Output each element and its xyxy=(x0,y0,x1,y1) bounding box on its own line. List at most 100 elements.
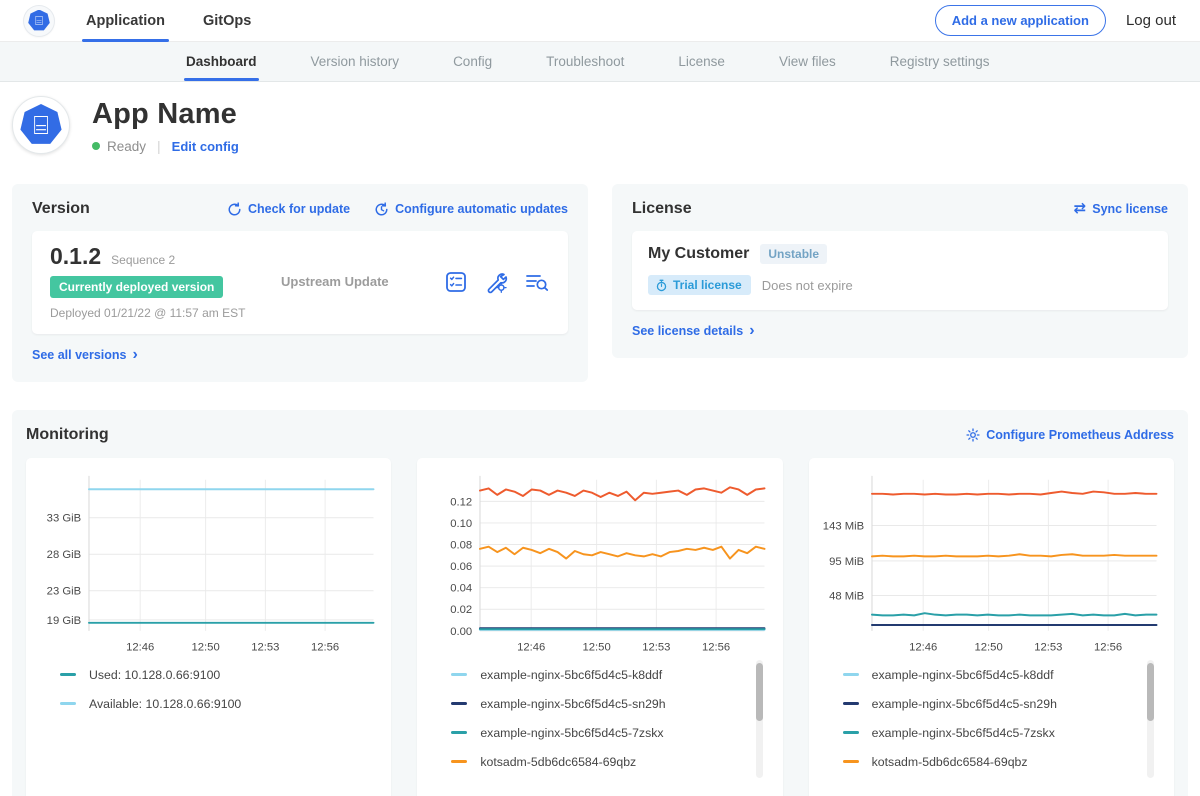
ready-status-dot xyxy=(92,142,100,150)
svg-text:143 MiB: 143 MiB xyxy=(822,520,863,532)
deploy-logs-search-icon[interactable] xyxy=(524,270,550,294)
clock-refresh-icon xyxy=(374,202,389,217)
version-source-label: Upstream Update xyxy=(281,274,389,289)
legend-item: example-nginx-5bc6f5d4c5-k8ddf xyxy=(451,660,744,689)
legend-swatch xyxy=(451,702,467,705)
legend-swatch xyxy=(451,673,467,676)
app-header: ⌸ App Name Ready | Edit config xyxy=(0,82,1200,164)
svg-text:0.10: 0.10 xyxy=(451,518,473,530)
svg-text:28 GiB: 28 GiB xyxy=(47,549,81,561)
svg-text:48 MiB: 48 MiB xyxy=(829,590,864,602)
disk-usage-title: Disk Usage xyxy=(36,780,381,796)
topnav-tabs: Application GitOps xyxy=(86,0,251,42)
config-wrench-icon[interactable] xyxy=(484,270,508,294)
legend-swatch xyxy=(843,702,859,705)
version-card-title: Version xyxy=(32,200,90,218)
tab-registry-settings[interactable]: Registry settings xyxy=(890,42,990,81)
svg-text:0.12: 0.12 xyxy=(451,496,473,508)
edit-config-link[interactable]: Edit config xyxy=(172,139,239,154)
cpu-usage-legend: example-nginx-5bc6f5d4c5-k8ddf example-ng… xyxy=(451,660,766,780)
kubernetes-logo[interactable]: ⌸ xyxy=(24,6,54,36)
memory-usage-title: Memory Usage xyxy=(819,780,1164,796)
check-for-update-link[interactable]: Check for update xyxy=(227,202,350,217)
svg-text:12:56: 12:56 xyxy=(702,641,730,653)
top-navbar: ⌸ Application GitOps Add a new applicatio… xyxy=(0,0,1200,42)
legend-item: example-nginx-5bc6f5d4c5-sn29h xyxy=(843,689,1136,718)
svg-text:0.02: 0.02 xyxy=(451,604,473,616)
add-new-application-button[interactable]: Add a new application xyxy=(935,5,1106,36)
topnav-tab-gitops[interactable]: GitOps xyxy=(203,0,251,42)
kubernetes-logo-icon: ⌸ xyxy=(28,10,50,32)
legend-swatch xyxy=(843,731,859,734)
app-avatar: ⌸ xyxy=(12,96,70,154)
legend-scrollbar[interactable] xyxy=(1147,663,1154,721)
configure-automatic-updates-link[interactable]: Configure automatic updates xyxy=(374,202,568,217)
deployed-timestamp: Deployed 01/21/22 @ 11:57 am EST xyxy=(50,306,255,320)
svg-text:0.04: 0.04 xyxy=(451,583,473,595)
gear-icon xyxy=(966,428,980,442)
legend-item: example-nginx-5bc6f5d4c5-k8ddf xyxy=(843,660,1136,689)
svg-text:12:56: 12:56 xyxy=(1094,641,1122,653)
legend-label: Used: 10.128.0.66:9100 xyxy=(89,668,220,682)
topnav-tab-application[interactable]: Application xyxy=(86,0,165,42)
legend-label: example-nginx-5bc6f5d4c5-k8ddf xyxy=(872,668,1054,682)
legend-swatch xyxy=(60,702,76,705)
license-card: License ⇄ Sync license My Customer Unsta… xyxy=(612,184,1188,358)
legend-label: example-nginx-5bc6f5d4c5-7zskx xyxy=(480,726,663,740)
legend-label: example-nginx-5bc6f5d4c5-7zskx xyxy=(872,726,1055,740)
legend-item: Used: 10.128.0.66:9100 xyxy=(60,660,353,689)
legend-swatch xyxy=(843,673,859,676)
svg-text:12:46: 12:46 xyxy=(126,641,154,653)
legend-label: Available: 10.128.0.66:9100 xyxy=(89,697,241,711)
svg-text:12:50: 12:50 xyxy=(583,641,611,653)
license-card-title: License xyxy=(632,200,692,218)
legend-item: Available: 10.128.0.66:9100 xyxy=(60,689,353,718)
tab-license[interactable]: License xyxy=(678,42,725,81)
page-title: App Name xyxy=(92,98,239,131)
logout-link[interactable]: Log out xyxy=(1126,12,1176,29)
see-all-versions-link[interactable]: See all versions › xyxy=(32,348,138,362)
legend-swatch xyxy=(843,760,859,763)
cpu-usage-chart[interactable]: 0.000.020.040.060.080.100.1212:4612:5012… xyxy=(427,468,772,656)
tab-version-history[interactable]: Version history xyxy=(311,42,400,81)
app-subnav: Dashboard Version history Config Troublesho… xyxy=(0,42,1200,82)
tab-view-files[interactable]: View files xyxy=(779,42,836,81)
svg-text:19 GiB: 19 GiB xyxy=(47,615,81,627)
tab-dashboard[interactable]: Dashboard xyxy=(186,42,257,81)
svg-text:0.06: 0.06 xyxy=(451,561,473,573)
topnav-right: Add a new application Log out xyxy=(935,5,1176,36)
preflight-checklist-icon[interactable] xyxy=(444,270,468,294)
app-kubernetes-icon: ⌸ xyxy=(20,104,62,146)
deployed-badge: Currently deployed version xyxy=(50,276,223,298)
tab-config[interactable]: Config xyxy=(453,42,492,81)
legend-label: example-nginx-5bc6f5d4c5-sn29h xyxy=(872,697,1057,711)
svg-text:12:53: 12:53 xyxy=(1034,641,1062,653)
legend-label: example-nginx-5bc6f5d4c5-k8ddf xyxy=(480,668,662,682)
license-expiry: Does not expire xyxy=(762,278,853,293)
svg-text:0.00: 0.00 xyxy=(451,626,473,638)
disk-usage-legend: Used: 10.128.0.66:9100 Available: 10.128.… xyxy=(60,660,375,780)
sync-license-link[interactable]: ⇄ Sync license xyxy=(1074,202,1168,216)
version-card: Version Check for update Configure au xyxy=(12,184,588,382)
legend-label: example-nginx-5bc6f5d4c5-sn29h xyxy=(480,697,665,711)
tab-troubleshoot[interactable]: Troubleshoot xyxy=(546,42,624,81)
svg-text:12:46: 12:46 xyxy=(517,641,545,653)
disk-usage-chart[interactable]: 19 GiB23 GiB28 GiB33 GiB12:4612:5012:531… xyxy=(36,468,381,656)
channel-badge: Unstable xyxy=(760,244,827,264)
customer-name: My Customer xyxy=(648,245,749,263)
see-license-details-link[interactable]: See license details › xyxy=(632,324,755,338)
svg-text:12:53: 12:53 xyxy=(643,641,671,653)
memory-usage-chart[interactable]: 48 MiB95 MiB143 MiB12:4612:5012:5312:56 xyxy=(819,468,1164,656)
legend-item: example-nginx-5bc6f5d4c5-sn29h xyxy=(451,689,744,718)
legend-item: example-nginx-5bc6f5d4c5-7zskx xyxy=(451,718,744,747)
version-sequence: Sequence 2 xyxy=(111,253,175,267)
legend-scrollbar-track xyxy=(756,660,763,778)
status-badge: Ready xyxy=(107,139,146,154)
legend-swatch xyxy=(451,760,467,763)
svg-text:12:50: 12:50 xyxy=(974,641,1002,653)
legend-scrollbar[interactable] xyxy=(756,663,763,721)
configure-prometheus-link[interactable]: Configure Prometheus Address xyxy=(966,428,1174,442)
divider: | xyxy=(157,138,161,154)
legend-swatch xyxy=(451,731,467,734)
svg-text:23 GiB: 23 GiB xyxy=(47,586,81,598)
